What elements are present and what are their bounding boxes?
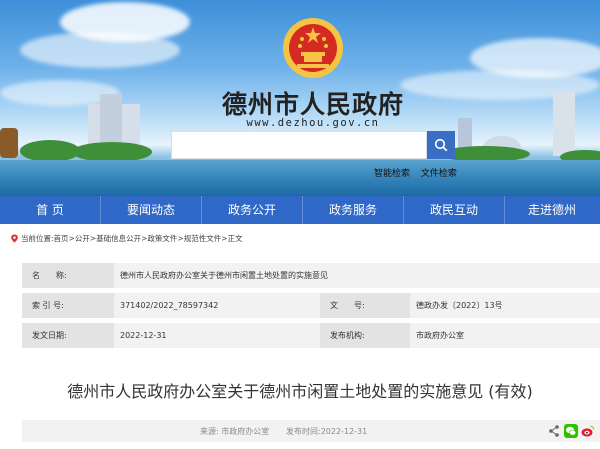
date-label: 发文日期: xyxy=(22,323,114,348)
smart-search-link[interactable]: 智能检索 xyxy=(374,169,410,179)
article-date: 发布时间:2022-12-31 xyxy=(286,427,368,436)
index-label: 索 引 号: xyxy=(22,293,114,318)
site-title: 德州市人民政府 xyxy=(221,90,404,119)
breadcrumb: 当前位置: 首页 > 公开 > 基础信息公开 > 政策文件 > 规范性文件 > … xyxy=(10,233,243,244)
wechat-icon[interactable] xyxy=(564,424,578,438)
breadcrumb-item-open[interactable]: 公开 xyxy=(75,233,90,244)
river xyxy=(0,160,600,196)
nav-item-services[interactable]: 政务服务 xyxy=(303,196,403,224)
file-search-link[interactable]: 文件检索 xyxy=(421,169,457,179)
docno-label: 文 号: xyxy=(320,293,410,318)
search-links: 智能检索 文件检索 xyxy=(374,166,465,179)
site-url: www.dezhou.gov.cn xyxy=(246,117,380,129)
org-label: 发布机构: xyxy=(320,323,410,348)
breadcrumb-prefix: 当前位置: xyxy=(21,234,54,243)
docno-value: 德政办发〔2022〕13号 xyxy=(416,301,503,310)
org-value: 市政府办公室 xyxy=(416,331,464,340)
share-icon[interactable] xyxy=(548,424,560,438)
breadcrumb-item-policy[interactable]: 政策文件 xyxy=(147,233,177,244)
weibo-icon[interactable] xyxy=(581,424,595,438)
breadcrumb-item-current: 正文 xyxy=(227,234,243,243)
breadcrumb-item-home[interactable]: 首页 xyxy=(54,233,69,244)
breadcrumb-item-basic-info[interactable]: 基础信息公开 xyxy=(96,233,141,244)
name-value: 德州市人民政府办公室关于德州市闲置土地处置的实施意见 xyxy=(120,271,328,280)
date-value: 2022-12-31 xyxy=(120,331,167,340)
document-info-table: 名 称: 德州市人民政府办公室关于德州市闲置土地处置的实施意见 索 引 号: 3… xyxy=(22,263,600,353)
article-title: 德州市人民政府办公室关于德州市闲置土地处置的实施意见 (有效) xyxy=(67,382,533,401)
site-header: 德州市人民政府 www.dezhou.gov.cn 智能检索 文件检索 xyxy=(0,0,600,196)
nav-item-news[interactable]: 要闻动态 xyxy=(101,196,201,224)
nav-item-home[interactable]: 首 页 xyxy=(0,196,100,224)
nav-item-about[interactable]: 走进德州 xyxy=(505,196,599,224)
article-meta-bar: 来源: 市政府办公室 发布时间:2022-12-31 xyxy=(22,420,600,442)
nav-item-disclosure[interactable]: 政务公开 xyxy=(202,196,302,224)
national-emblem-icon xyxy=(283,18,343,78)
search-input[interactable] xyxy=(171,131,427,159)
search-icon xyxy=(434,138,448,152)
info-row-date: 发文日期: 2022-12-31 发布机构: 市政府办公室 xyxy=(22,323,600,348)
search-button[interactable] xyxy=(427,131,455,159)
article-source: 来源: 市政府办公室 xyxy=(200,427,270,436)
breadcrumb-item-normative[interactable]: 规范性文件 xyxy=(184,233,222,244)
name-label: 名 称: xyxy=(22,263,114,288)
main-nav: 首 页 要闻动态 政务公开 政务服务 政民互动 走进德州 xyxy=(0,196,600,224)
info-row-index: 索 引 号: 371402/2022_78597342 文 号: 德政办发〔20… xyxy=(22,293,600,318)
location-pin-icon xyxy=(11,234,18,243)
info-row-name: 名 称: 德州市人民政府办公室关于德州市闲置土地处置的实施意见 xyxy=(22,263,600,288)
nav-item-interaction[interactable]: 政民互动 xyxy=(404,196,504,224)
index-value: 371402/2022_78597342 xyxy=(120,301,219,310)
